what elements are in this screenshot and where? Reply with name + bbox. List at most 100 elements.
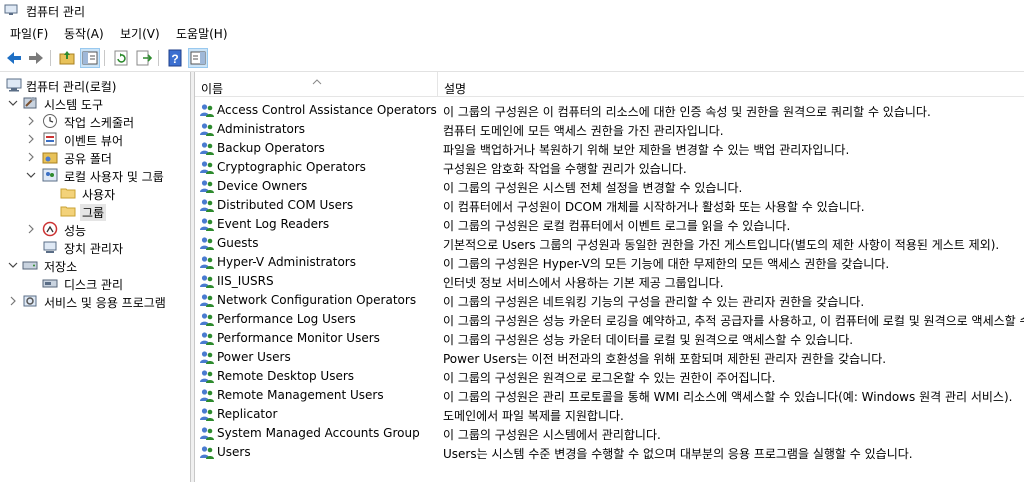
column-header-name[interactable]: 이름	[195, 72, 438, 97]
group-name: Event Log Readers	[217, 217, 330, 231]
group-description: 구성원은 암호화 작업을 수행할 권리가 있습니다.	[443, 162, 687, 176]
group-icon	[199, 160, 215, 175]
menu-file[interactable]: 파일(F)	[10, 25, 48, 42]
show-hide-action-pane-icon[interactable]	[188, 48, 208, 68]
tree-label: 사용자	[82, 188, 116, 202]
group-description: 이 그룹의 구성원은 시스템 전체 설정을 변경할 수 있습니다.	[443, 181, 743, 195]
chevron-right-icon[interactable]	[26, 115, 36, 127]
group-icon	[199, 179, 215, 194]
group-name: Remote Desktop Users	[217, 369, 355, 383]
group-description: 파일을 백업하거나 복원하기 위해 보안 제한을 변경할 수 있는 백업 관리자…	[443, 143, 850, 157]
tree-label: 컴퓨터 관리(로컬)	[26, 80, 117, 94]
table-row[interactable]: Distributed COM Users 이 컴퓨터에서 구성원이 DCOM 개…	[195, 196, 1024, 215]
group-name: Network Configuration Operators	[217, 293, 417, 307]
window-title: 컴퓨터 관리	[26, 5, 86, 19]
table-row[interactable]: Guests 기본적으로 Users 그룹의 구성원과 동일한 권한을 가진 게스…	[195, 234, 1024, 253]
group-name: Users	[217, 445, 251, 459]
group-icon	[199, 236, 215, 251]
table-row[interactable]: System Managed Accounts Group 이 그룹의 구성원은 …	[195, 424, 1024, 443]
refresh-icon[interactable]	[111, 48, 131, 68]
export-list-icon[interactable]	[134, 48, 154, 68]
group-name: Remote Management Users	[217, 388, 384, 402]
table-row[interactable]: Performance Log Users 이 그룹의 구성원은 성능 카운터 로…	[195, 310, 1024, 329]
shared-folder-icon	[42, 149, 58, 165]
tree-label: 저장소	[44, 260, 78, 274]
tree-label: 서비스 및 응용 프로그램	[44, 296, 166, 310]
table-row[interactable]: Backup Operators 파일을 백업하거나 복원하기 위해 보안 제한을…	[195, 139, 1024, 158]
group-description: Power Users는 이전 버전과의 호환성을 위해 포함되며 제한된 관리…	[443, 352, 887, 366]
device-manager-icon	[42, 239, 58, 255]
computer-management-icon	[6, 77, 22, 93]
group-description: 이 그룹의 구성원은 성능 카운터 데이터를 로컬 및 원격으로 액세스할 수 …	[443, 333, 854, 347]
group-description: 이 그룹의 구성원은 이 컴퓨터의 리소스에 대한 인증 속성 및 권한을 원격…	[443, 105, 931, 119]
chevron-down-icon[interactable]	[8, 259, 18, 271]
table-row[interactable]: Power Users Power Users는 이전 버전과의 호환성을 위해 …	[195, 348, 1024, 367]
table-row[interactable]: Access Control Assistance Operators 이 그룹의…	[195, 101, 1024, 120]
forward-icon[interactable]	[26, 48, 46, 68]
tree-label: 로컬 사용자 및 그룹	[64, 170, 164, 184]
group-description: 이 컴퓨터에서 구성원이 DCOM 개체를 시작하거나 활성화 또는 사용할 수…	[443, 200, 865, 214]
table-row[interactable]: Event Log Readers 이 그룹의 구성원은 로컬 컴퓨터에서 이벤트…	[195, 215, 1024, 234]
menu-bar: 파일(F) 동작(A) 보기(V) 도움말(H)	[0, 22, 1024, 44]
menu-action[interactable]: 동작(A)	[64, 25, 104, 42]
chevron-right-icon[interactable]	[26, 151, 36, 163]
tree-label: 작업 스케줄러	[64, 116, 135, 130]
local-users-groups-icon	[42, 167, 58, 183]
column-header-description[interactable]: 설명	[438, 72, 1024, 97]
tree-label: 장치 관리자	[64, 242, 124, 256]
table-row[interactable]: Performance Monitor Users 이 그룹의 구성원은 성능 카…	[195, 329, 1024, 348]
table-row[interactable]: IIS_IUSRS 인터넷 정보 서비스에서 사용하는 기본 제공 그룹입니다.	[195, 272, 1024, 291]
group-list: 이름 설명 Access Control Assistance Operator…	[195, 72, 1024, 482]
group-name: Guests	[217, 236, 259, 250]
show-hide-tree-icon[interactable]	[80, 48, 100, 68]
group-name: Cryptographic Operators	[217, 160, 366, 174]
toolbar-separator	[158, 50, 159, 66]
chevron-right-icon[interactable]	[26, 223, 36, 235]
group-icon	[199, 445, 215, 460]
group-name: Performance Log Users	[217, 312, 356, 326]
table-row[interactable]: Hyper-V Administrators 이 그룹의 구성원은 Hyper-V…	[195, 253, 1024, 272]
navigation-tree: 컴퓨터 관리(로컬) 시스템 도구 작업 스케줄러 이벤트 뷰어 공유 폴더 로…	[0, 72, 191, 482]
help-icon[interactable]: ?	[165, 48, 185, 68]
table-row[interactable]: Users Users는 시스템 수준 변경을 수행할 수 없으며 대부분의 응용…	[195, 443, 1024, 462]
table-row[interactable]: Remote Management Users 이 그룹의 구성원은 관리 프로토…	[195, 386, 1024, 405]
group-name: Backup Operators	[217, 141, 325, 155]
chevron-down-icon[interactable]	[26, 169, 36, 181]
tree-label: 이벤트 뷰어	[64, 134, 124, 148]
clock-icon	[42, 113, 58, 129]
menu-help[interactable]: 도움말(H)	[176, 25, 228, 42]
group-icon	[199, 141, 215, 156]
performance-icon	[42, 221, 58, 237]
group-name: IIS_IUSRS	[217, 274, 274, 288]
group-description: 기본적으로 Users 그룹의 구성원과 동일한 권한을 가진 게스트입니다(별…	[443, 238, 1000, 252]
tree-label: 디스크 관리	[64, 278, 124, 292]
tree-label: 시스템 도구	[44, 98, 104, 112]
tree-label: 그룹	[80, 204, 107, 221]
group-icon	[199, 217, 215, 232]
up-folder-icon[interactable]	[57, 48, 77, 68]
table-row[interactable]: Replicator 도메인에서 파일 복제를 지원합니다.	[195, 405, 1024, 424]
group-description: 이 그룹의 구성원은 Hyper-V의 모든 기능에 대한 무제한의 모든 액세…	[443, 257, 890, 271]
group-description: 도메인에서 파일 복제를 지원합니다.	[443, 409, 624, 423]
table-row[interactable]: Cryptographic Operators 구성원은 암호화 작업을 수행할 …	[195, 158, 1024, 177]
disk-management-icon	[42, 275, 58, 291]
back-icon[interactable]	[4, 48, 24, 68]
table-row[interactable]: Remote Desktop Users 이 그룹의 구성원은 원격으로 로그온할…	[195, 367, 1024, 386]
group-description: 이 그룹의 구성원은 원격으로 로그온할 수 있는 권한이 주어집니다.	[443, 371, 776, 385]
storage-icon	[22, 257, 38, 273]
menu-view[interactable]: 보기(V)	[120, 25, 160, 42]
group-description: 이 그룹의 구성원은 성능 카운터 로깅을 예약하고, 추적 공급자를 사용하고…	[443, 314, 1024, 328]
table-row[interactable]: Administrators 컴퓨터 도메인에 모든 액세스 권한을 가진 관리자…	[195, 120, 1024, 139]
group-description: 이 그룹의 구성원은 시스템에서 관리합니다.	[443, 428, 661, 442]
group-icon	[199, 103, 215, 118]
group-description: 인터넷 정보 서비스에서 사용하는 기본 제공 그룹입니다.	[443, 276, 724, 290]
toolbar-separator	[104, 50, 105, 66]
tree-label: 공유 폴더	[64, 152, 112, 166]
table-row[interactable]: Device Owners 이 그룹의 구성원은 시스템 전체 설정을 변경할 수…	[195, 177, 1024, 196]
toolbar: ?	[0, 45, 1024, 72]
table-row[interactable]: Network Configuration Operators 이 그룹의 구성원…	[195, 291, 1024, 310]
chevron-right-icon[interactable]	[8, 295, 18, 307]
group-icon	[199, 369, 215, 384]
chevron-right-icon[interactable]	[26, 133, 36, 145]
chevron-down-icon[interactable]	[8, 97, 18, 109]
